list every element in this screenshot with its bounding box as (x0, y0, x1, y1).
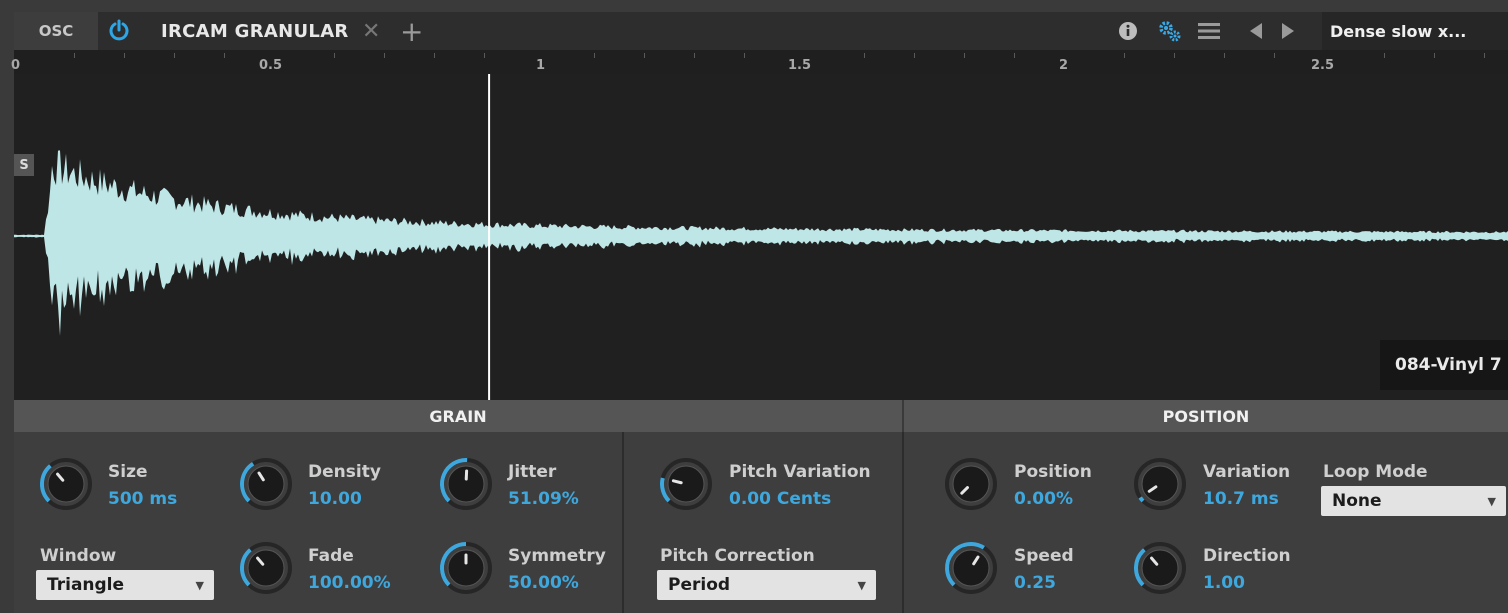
chevron-down-icon: ▼ (1487, 495, 1496, 508)
size-value[interactable]: 500 ms (108, 489, 177, 509)
gears-icon[interactable] (1158, 19, 1182, 43)
jitter-label: Jitter (508, 462, 557, 482)
position-header: POSITION (904, 400, 1508, 432)
window-label: Window (40, 546, 117, 566)
variation-knob[interactable] (1132, 456, 1188, 512)
chevron-down-icon: ▼ (195, 579, 204, 592)
top-strip (0, 0, 1508, 12)
pitch-variation-value[interactable]: 0.00 Cents (729, 489, 831, 509)
grain-header: GRAIN (14, 400, 902, 432)
direction-value[interactable]: 1.00 (1203, 573, 1245, 593)
density-label: Density (308, 462, 381, 482)
fade-value[interactable]: 100.00% (308, 573, 391, 593)
loop-mode-value: None (1332, 491, 1382, 511)
size-label: Size (108, 462, 148, 482)
fade-knob[interactable] (238, 540, 294, 596)
loop-mode-label: Loop Mode (1323, 462, 1428, 482)
preset-name[interactable]: Dense slow x... (1322, 12, 1508, 50)
window-dropdown[interactable]: Triangle ▼ (36, 570, 214, 600)
sample-name[interactable]: 084-Vinyl 7 (1380, 340, 1508, 390)
density-knob[interactable] (238, 456, 294, 512)
next-icon[interactable] (1282, 23, 1294, 39)
symmetry-label: Symmetry (508, 546, 606, 566)
variation-value[interactable]: 10.7 ms (1203, 489, 1279, 509)
ruler-label-1-5: 1.5 (788, 58, 812, 73)
pitch-variation-label: Pitch Variation (729, 462, 871, 482)
device-name: IRCAM GRANULAR (161, 21, 349, 42)
menu-icon[interactable] (1198, 22, 1220, 40)
power-icon[interactable] (108, 19, 130, 41)
waveform-display[interactable]: S 084-Vinyl 7 (14, 74, 1508, 400)
pitch-correction-label: Pitch Correction (660, 546, 815, 566)
pitch-variation-knob[interactable] (658, 456, 714, 512)
loop-mode-dropdown[interactable]: None ▼ (1321, 486, 1506, 516)
ruler-label-2: 2 (1059, 58, 1069, 73)
device-header: OSC IRCAM GRANULAR ✕ + Dense slow x... (14, 12, 1508, 50)
left-strip (0, 12, 14, 613)
ruler-label-0-5: 0.5 (259, 58, 283, 73)
info-icon[interactable] (1118, 21, 1138, 41)
density-value[interactable]: 10.00 (308, 489, 362, 509)
ruler-label-2-5: 2.5 (1311, 58, 1335, 73)
variation-label: Variation (1203, 462, 1291, 482)
osc-tab[interactable]: OSC (14, 12, 98, 50)
previous-icon[interactable] (1250, 23, 1262, 39)
chevron-down-icon: ▼ (857, 579, 866, 592)
close-icon[interactable]: ✕ (362, 19, 380, 44)
jitter-knob[interactable] (438, 456, 494, 512)
position-knob[interactable] (943, 456, 999, 512)
direction-knob[interactable] (1132, 540, 1188, 596)
time-ruler[interactable]: 0 0.5 1 1.5 2 2.5 (11, 50, 1508, 74)
speed-value[interactable]: 0.25 (1014, 573, 1056, 593)
ruler-label-0: 0 (11, 58, 21, 73)
fade-label: Fade (308, 546, 354, 566)
waveform (14, 74, 1508, 400)
ruler-label-1: 1 (536, 58, 546, 73)
size-knob[interactable] (38, 456, 94, 512)
direction-label: Direction (1203, 546, 1291, 566)
symmetry-knob[interactable] (438, 540, 494, 596)
waveform-shape (14, 150, 1508, 336)
speed-knob[interactable] (943, 540, 999, 596)
position-label: Position (1014, 462, 1092, 482)
jitter-value[interactable]: 51.09% (508, 489, 579, 509)
window-value: Triangle (47, 575, 125, 595)
speed-label: Speed (1014, 546, 1074, 566)
solo-button[interactable]: S (14, 154, 34, 176)
pitch-correction-value: Period (668, 575, 731, 595)
symmetry-value[interactable]: 50.00% (508, 573, 579, 593)
position-value[interactable]: 0.00% (1014, 489, 1073, 509)
plus-icon[interactable]: + (400, 15, 423, 48)
pitch-correction-dropdown[interactable]: Period ▼ (657, 570, 876, 600)
